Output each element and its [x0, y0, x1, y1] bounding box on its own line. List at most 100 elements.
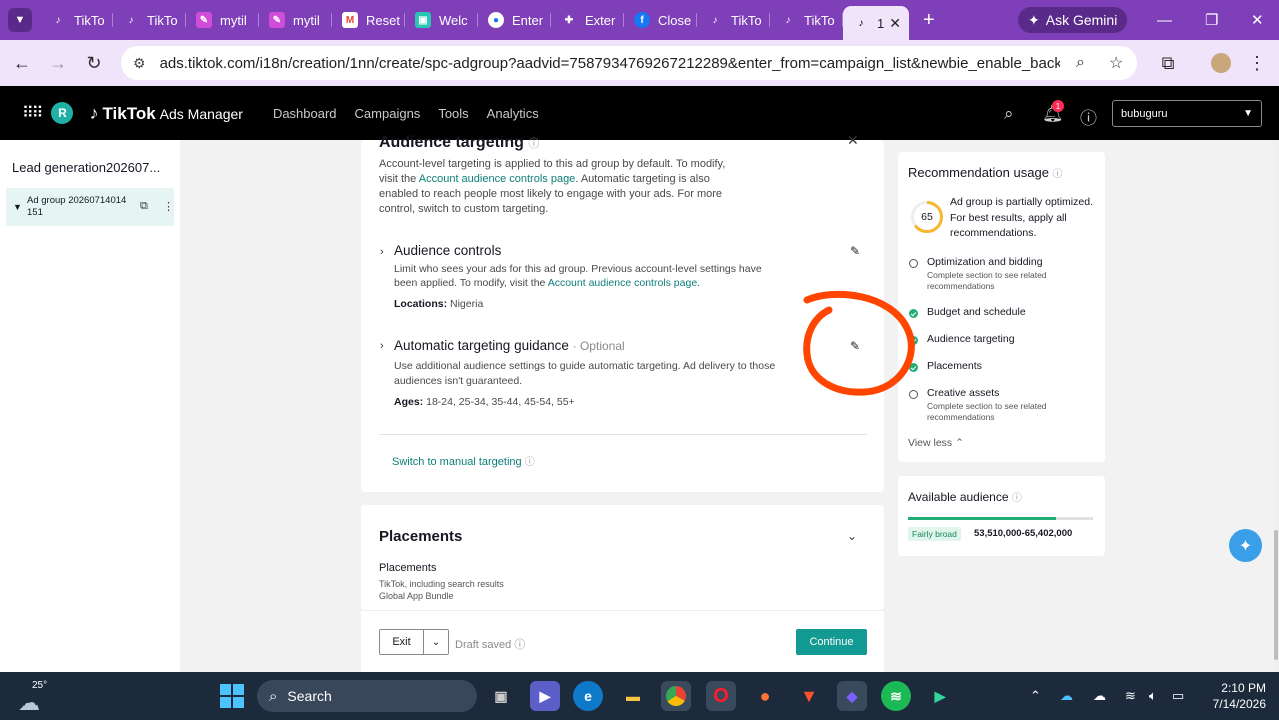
targeting-guidance-title[interactable]: Automatic targeting guidance · Optional — [394, 338, 625, 353]
taskbar-search[interactable]: ⌕ Search — [257, 680, 477, 712]
account-avatar[interactable]: R — [51, 102, 74, 124]
battery-icon[interactable]: ▭ — [1172, 688, 1184, 704]
browser-tab-bar: ▼ ♪ TikTo ♪ TikTo ✎ mytil ✎ mytil M Reset ▣ We… — [0, 0, 1279, 40]
extensions-icon[interactable]: ⧉ — [1150, 53, 1186, 74]
copy-icon[interactable]: ⧉ — [140, 200, 148, 213]
browser-tab[interactable]: ✎ mytil — [259, 4, 332, 36]
view-less-link[interactable]: View less ⌃ — [908, 437, 964, 449]
browser-tab[interactable]: M Reset — [332, 4, 405, 36]
site-info-icon[interactable]: ⚙ — [133, 55, 146, 72]
placements-card: Placements ⌄ Placements TikTok, includin… — [361, 505, 884, 610]
reload-icon[interactable]: ↻ — [76, 53, 112, 74]
back-icon[interactable]: ← — [4, 53, 40, 74]
placements-title: Placements — [379, 528, 463, 545]
onedrive-icon[interactable]: ☁ — [1060, 688, 1073, 704]
forward-icon[interactable]: → — [40, 53, 76, 74]
bookmark-star-icon[interactable]: ☆ — [1109, 53, 1123, 73]
spotify-icon[interactable]: ≋ — [881, 681, 911, 711]
window-close-icon[interactable]: ✕ — [1251, 0, 1264, 40]
file-explorer-icon[interactable]: ▬ — [618, 681, 648, 711]
brave-icon[interactable]: ▼ — [794, 681, 824, 711]
check-icon — [909, 309, 918, 318]
page-scrollbar[interactable] — [1274, 140, 1279, 672]
volume-mute-icon[interactable]: 🔈︎ — [1149, 688, 1157, 704]
firefox-icon[interactable]: ● — [750, 681, 780, 711]
caret-down-icon[interactable]: ▼ — [13, 202, 22, 212]
opera-icon[interactable]: O — [706, 681, 736, 711]
account-controls-link[interactable]: Account audience controls page — [419, 173, 576, 185]
exit-button[interactable]: Exit ⌄ — [379, 629, 449, 655]
chevron-down-icon[interactable]: ⌄ — [424, 637, 448, 648]
close-tab-icon[interactable]: ✕ — [889, 15, 901, 32]
profile-avatar[interactable] — [1211, 53, 1231, 73]
info-icon[interactable]: ⓘ — [1012, 493, 1022, 504]
url-input[interactable]: ⚙ ads.tiktok.com/i18n/creation/1nn/creat… — [121, 46, 1137, 80]
nav-analytics[interactable]: Analytics — [487, 106, 539, 121]
chevron-right-icon[interactable]: › — [380, 246, 384, 258]
collapse-icon[interactable]: ✕ — [847, 132, 859, 149]
audience-range: 53,510,000-65,402,000 — [974, 528, 1073, 539]
task-view-icon[interactable]: ▣ — [486, 681, 516, 711]
browser-tab-active[interactable]: ♪ 1 ✕ — [843, 6, 909, 40]
new-tab-icon[interactable]: + — [923, 9, 935, 32]
system-clock[interactable]: 2:10 PM 7/14/2026 — [1196, 680, 1266, 712]
recommendation-title: Recommendation usage ⓘ — [908, 165, 1063, 180]
help-icon[interactable]: ⓘ — [1080, 104, 1097, 129]
zoom-search-icon[interactable]: ⌕ — [1076, 54, 1085, 72]
scrollbar-thumb[interactable] — [1274, 530, 1278, 660]
placements-subtitle: Placements — [379, 562, 437, 574]
tiktok-ads-logo[interactable]: ♪ TikTok Ads Manager — [89, 103, 243, 124]
account-select[interactable]: bubuguru ▼ — [1112, 100, 1262, 127]
app-icon[interactable]: ◆ — [837, 681, 867, 711]
more-icon[interactable]: ⋮ — [163, 200, 174, 213]
browser-tab[interactable]: ✚ Exter — [551, 4, 624, 36]
switch-manual-targeting-link[interactable]: Switch to manual targeting ⓘ — [392, 453, 535, 468]
windows-start-icon[interactable] — [220, 684, 244, 708]
minimize-icon[interactable]: — — [1157, 0, 1172, 40]
chrome-icon[interactable] — [661, 681, 691, 711]
audience-controls-title[interactable]: Audience controls — [394, 243, 501, 258]
teams-icon[interactable]: ▶ — [530, 681, 560, 711]
chevron-up-icon: ⌃ — [955, 437, 964, 449]
edge-icon[interactable]: e — [573, 681, 603, 711]
available-audience-title: Available audience ⓘ — [908, 490, 1022, 504]
edit-icon[interactable]: ✎ — [850, 244, 860, 258]
browser-tab[interactable]: f Close — [624, 4, 697, 36]
browser-tab[interactable]: ✎ mytil — [186, 4, 259, 36]
chevron-right-icon[interactable]: › — [380, 340, 384, 352]
nav-campaigns[interactable]: Campaigns — [355, 106, 421, 121]
restore-icon[interactable]: ❐ — [1205, 0, 1218, 40]
chevron-down-icon[interactable]: ⌄ — [847, 529, 857, 543]
ask-gemini-button[interactable]: ✦ Ask Gemini — [1018, 7, 1128, 33]
nav-tools[interactable]: Tools — [438, 106, 468, 121]
sidebar-item-adgroup[interactable]: ▼ Ad group 20260714014151 ⧉ ⋮ — [6, 188, 174, 226]
gmail-icon: M — [342, 12, 358, 28]
nav-dashboard[interactable]: Dashboard — [273, 106, 337, 121]
browser-menu-icon[interactable]: ⋮ — [1239, 53, 1275, 74]
info-icon[interactable]: ⓘ — [514, 639, 525, 651]
notification-badge: 1 — [1052, 100, 1064, 112]
cloud-sync-icon[interactable]: ☁ — [1093, 688, 1106, 704]
continue-button[interactable]: Continue — [796, 629, 867, 655]
account-controls-link-2[interactable]: Account audience controls page — [548, 277, 697, 289]
browser-tab[interactable]: ♪ TikTo — [697, 4, 770, 36]
wifi-icon[interactable]: ≋ — [1125, 688, 1136, 704]
incomplete-icon — [909, 390, 918, 399]
browser-tab[interactable]: ♪ TikTo — [40, 4, 113, 36]
browser-tab[interactable]: ▣ Welc — [405, 4, 478, 36]
info-icon[interactable]: ⓘ — [528, 138, 539, 150]
tiktok-icon: ♪ — [712, 14, 718, 26]
campaign-name[interactable]: Lead generation202607... — [12, 160, 160, 175]
ai-assistant-icon[interactable]: ✦ — [1229, 529, 1262, 562]
browser-tab[interactable]: ♪ TikTo — [770, 4, 843, 36]
edit-icon[interactable]: ✎ — [850, 339, 860, 353]
play-store-icon[interactable]: ▶ — [925, 681, 955, 711]
chevron-up-icon[interactable]: ⌃ — [1030, 688, 1041, 704]
search-icon[interactable]: ⌕ — [1004, 104, 1014, 124]
tab-search-icon[interactable]: ▼ — [8, 8, 32, 32]
info-icon[interactable]: ⓘ — [1053, 169, 1063, 180]
browser-tab[interactable]: ● Enter — [478, 4, 551, 36]
browser-tab[interactable]: ♪ TikTo — [113, 4, 186, 36]
apps-grid-icon[interactable]: ⠿⠿ — [22, 103, 43, 123]
info-icon[interactable]: ⓘ — [525, 457, 535, 468]
